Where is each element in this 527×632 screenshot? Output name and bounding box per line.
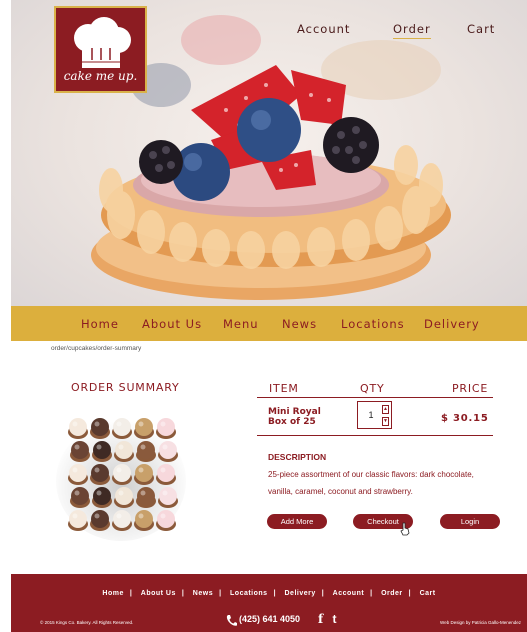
footer-link-home[interactable]: Home <box>102 590 123 597</box>
brand-logo[interactable]: cake me up. <box>54 6 147 93</box>
footer-links: Home | About Us | News | Locations | Deliver… <box>11 590 527 597</box>
breadcrumb[interactable]: order/cupcakes/order-summary <box>51 345 141 352</box>
footer-separator: | <box>273 590 277 597</box>
hand-cursor-icon <box>400 522 410 536</box>
twitter-icon[interactable]: t <box>333 612 337 626</box>
quantity-value[interactable]: 1 <box>358 410 384 420</box>
design-credit: Web Design by Patricia Gallo-Menendez <box>440 620 521 625</box>
column-header-item: ITEM <box>269 382 299 395</box>
table-divider <box>257 435 493 436</box>
logo-text: cake me up. <box>63 69 138 83</box>
table-divider <box>257 397 493 398</box>
hero-image: cake me up. Account Order Cart <box>11 0 527 306</box>
decrement-arrow-icon[interactable]: ▼ <box>382 417 389 426</box>
footer-link-account[interactable]: Account <box>333 590 365 597</box>
phone-number[interactable]: (425) 641 4050 <box>239 614 300 624</box>
footer-separator: | <box>370 590 373 597</box>
description-text: 25-piece assortment of our classic flavo… <box>268 470 474 496</box>
main-nav-delivery[interactable]: Delivery <box>424 317 480 331</box>
facebook-icon[interactable]: f <box>318 612 323 626</box>
column-header-price: PRICE <box>452 382 489 395</box>
footer-separator: | <box>219 590 222 597</box>
increment-arrow-icon[interactable]: ▲ <box>382 405 389 414</box>
quantity-stepper[interactable]: 1 ▲ ▼ <box>357 401 392 429</box>
social-links: f t <box>318 612 337 626</box>
order-item-name: Mini Royal Box of 25 <box>268 407 321 427</box>
footer-separator: | <box>408 590 412 597</box>
description-title: DESCRIPTION <box>268 452 327 462</box>
phone-icon <box>226 615 237 626</box>
main-nav-about-us[interactable]: About Us <box>142 317 202 331</box>
item-name-line-2: Box of 25 <box>268 417 316 427</box>
add-more-button[interactable]: Add More <box>267 514 327 529</box>
main-nav-menu[interactable]: Menu <box>223 317 259 331</box>
chef-hat-icon <box>74 17 131 68</box>
footer-separator: | <box>321 590 325 597</box>
item-price: $ 30.15 <box>441 413 489 424</box>
main-nav: Home About Us Menu News Locations Delive… <box>11 306 527 341</box>
page: cake me up. Account Order Cart Home Abou… <box>11 0 527 632</box>
column-header-qty: QTY <box>360 382 385 395</box>
nav-account[interactable]: Account <box>297 22 350 36</box>
order-summary-title: ORDER SUMMARY <box>71 381 180 394</box>
footer-link-news[interactable]: News <box>193 590 213 597</box>
footer: Home | About Us | News | Locations | Deliver… <box>11 574 527 632</box>
footer-separator: | <box>129 590 133 597</box>
footer-link-cart[interactable]: Cart <box>420 590 436 597</box>
login-button[interactable]: Login <box>440 514 500 529</box>
top-nav: Account Order Cart <box>297 22 527 42</box>
main-nav-home[interactable]: Home <box>81 317 119 331</box>
nav-order[interactable]: Order <box>393 22 431 39</box>
main-nav-news[interactable]: News <box>282 317 317 331</box>
cupcake-box-image <box>56 418 186 541</box>
footer-link-delivery[interactable]: Delivery <box>285 590 316 597</box>
nav-cart[interactable]: Cart <box>467 22 495 36</box>
main-nav-locations[interactable]: Locations <box>341 317 405 331</box>
footer-link-order[interactable]: Order <box>381 590 403 597</box>
footer-separator: | <box>181 590 185 597</box>
item-name-line-1: Mini Royal <box>268 407 321 417</box>
footer-link-about-us[interactable]: About Us <box>141 590 176 597</box>
footer-link-locations[interactable]: Locations <box>230 590 268 597</box>
copyright-text: © 2015 Kings Co. Bakery. All Rights Rese… <box>40 620 134 625</box>
